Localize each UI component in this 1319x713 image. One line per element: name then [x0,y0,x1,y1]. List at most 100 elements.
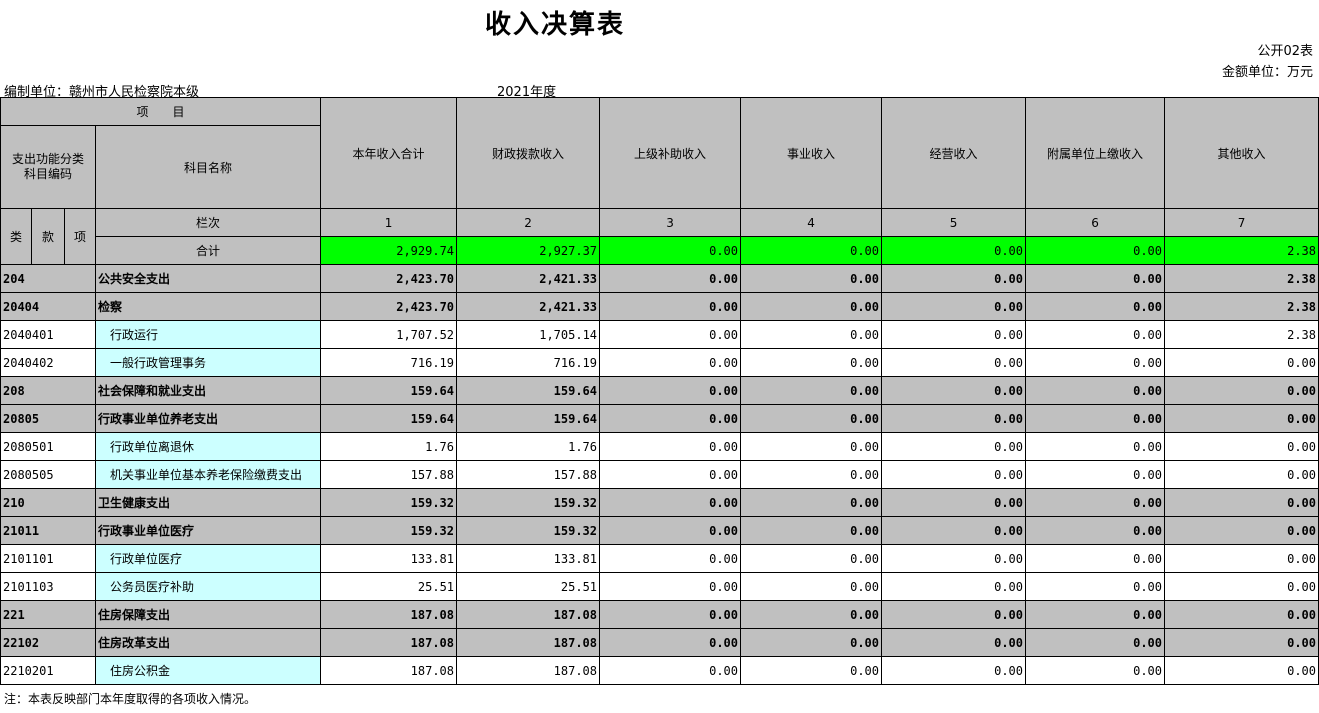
row-value: 0.00 [1025,432,1166,461]
row-value: 0.00 [740,460,883,489]
row-value: 159.32 [456,488,601,517]
row-value: 0.00 [1164,544,1319,573]
row-value: 716.19 [456,348,601,377]
form-number: 公开02表 [1257,44,1313,59]
row-value: 133.81 [456,544,601,573]
row-code: 2080501 [0,432,96,461]
row-value: 1,705.14 [456,320,601,349]
amount-unit: 金额单位：万元 [1221,65,1313,80]
row-value: 0.00 [599,376,742,405]
row-name: 一般行政管理事务 [94,348,322,377]
row-value: 0.00 [599,572,742,601]
header-name: 科目名称 [94,125,322,209]
row-value: 0.00 [1025,460,1166,489]
row-value: 159.32 [320,516,458,545]
row-value: 0.00 [1164,572,1319,601]
row-name: 行政事业单位养老支出 [94,404,322,433]
row-value: 0.00 [599,264,742,293]
row-value: 25.51 [456,572,601,601]
row-value: 0.00 [1164,488,1319,517]
row-value: 0.00 [1025,488,1166,517]
row-value: 0.00 [740,656,883,685]
row-code: 20805 [0,404,96,433]
row-value: 0.00 [740,600,883,629]
table-row: 2040401 行政运行 1,707.52 1,705.14 0.00 0.00 0.00 0… [0,320,1319,349]
row-value: 0.00 [1025,292,1166,321]
row-value: 0.00 [881,628,1027,657]
column-number: 7 [1164,208,1319,237]
table-row: 2080501 行政单位离退休 1.76 1.76 0.00 0.00 0.00 0.00 0.… [0,432,1319,461]
row-code: 2080505 [0,460,96,489]
row-value: 0.00 [1164,656,1319,685]
row-value: 2,423.70 [320,292,458,321]
row-value: 0.00 [881,572,1027,601]
row-name: 卫生健康支出 [94,488,322,517]
header-col-2: 财政拨款收入 [456,97,601,209]
row-name: 公务员医疗补助 [94,572,322,601]
total-label: 合计 [94,236,322,265]
row-value: 0.00 [599,432,742,461]
column-number: 5 [881,208,1027,237]
table-row: 221 住房保障支出 187.08 187.08 0.00 0.00 0.00 0.00 0.0… [0,600,1319,629]
column-number: 6 [1025,208,1166,237]
row-value: 716.19 [320,348,458,377]
row-code: 221 [0,600,96,629]
row-value: 0.00 [740,628,883,657]
row-value: 0.00 [740,264,883,293]
header-item: 项 目 [0,97,322,126]
row-value: 0.00 [1164,404,1319,433]
row-value: 0.00 [599,544,742,573]
table-row: 204 公共安全支出 2,423.70 2,421.33 0.00 0.00 0.00 0.0… [0,264,1319,293]
row-value: 0.00 [1025,320,1166,349]
row-value: 0.00 [740,572,883,601]
row-value: 0.00 [1025,348,1166,377]
row-value: 25.51 [320,572,458,601]
row-value: 0.00 [881,292,1027,321]
total-cell: 2,927.37 [456,236,601,265]
row-name: 行政单位医疗 [94,544,322,573]
row-value: 0.00 [740,516,883,545]
row-value: 2,421.33 [456,264,601,293]
table-row: 22102 住房改革支出 187.08 187.08 0.00 0.00 0.00 0.00 0… [0,628,1319,657]
table-row: 2080505 机关事业单位基本养老保险缴费支出 157.88 157.88 0.00 0… [0,460,1319,489]
row-value: 157.88 [456,460,601,489]
row-value: 0.00 [599,628,742,657]
row-value: 187.08 [320,656,458,685]
row-value: 0.00 [1164,628,1319,657]
column-number: 3 [599,208,742,237]
row-value: 0.00 [1025,572,1166,601]
table-row: 2040402 一般行政管理事务 716.19 716.19 0.00 0.00 0.00 0… [0,348,1319,377]
row-value: 159.64 [456,404,601,433]
row-value: 2.38 [1164,320,1319,349]
row-value: 0.00 [1025,516,1166,545]
page-title: 收入决算表 [484,10,625,40]
row-value: 0.00 [740,320,883,349]
footnote: 注：本表反映部门本年度取得的各项收入情况。 [4,692,257,706]
row-code: 204 [0,264,96,293]
row-value: 0.00 [740,432,883,461]
row-code: 21011 [0,516,96,545]
header-col-5: 经营收入 [881,97,1027,209]
row-code: 20404 [0,292,96,321]
row-value: 0.00 [1025,544,1166,573]
row-name: 公共安全支出 [94,264,322,293]
row-value: 0.00 [1164,432,1319,461]
table-row: 2210201 住房公积金 187.08 187.08 0.00 0.00 0.00 0.00… [0,656,1319,685]
row-code: 22102 [0,628,96,657]
row-value: 0.00 [1025,628,1166,657]
row-code: 2101101 [0,544,96,573]
row-value: 0.00 [881,404,1027,433]
row-value: 0.00 [599,404,742,433]
row-value: 0.00 [881,376,1027,405]
header-col-7: 其他收入 [1164,97,1319,209]
table-row: 20805 行政事业单位养老支出 159.64 159.64 0.00 0.00 0.00 0… [0,404,1319,433]
row-value: 0.00 [881,432,1027,461]
row-value: 187.08 [456,628,601,657]
row-name: 住房保障支出 [94,600,322,629]
row-name: 行政运行 [94,320,322,349]
table-row: 20404 检察 2,423.70 2,421.33 0.00 0.00 0.00 0.00 2… [0,292,1319,321]
table-row: 2101103 公务员医疗补助 25.51 25.51 0.00 0.00 0.00 0.00… [0,572,1319,601]
row-name: 检察 [94,292,322,321]
row-value: 0.00 [740,348,883,377]
header-col-6: 附属单位上缴收入 [1025,97,1166,209]
